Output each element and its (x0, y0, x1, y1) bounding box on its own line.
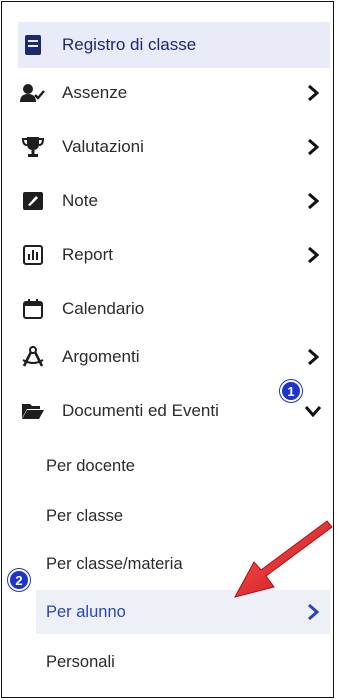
annotation-arrow (234, 520, 333, 598)
sidebar-frame: Registro di classe Assenze Valutazioni N… (1, 1, 334, 698)
